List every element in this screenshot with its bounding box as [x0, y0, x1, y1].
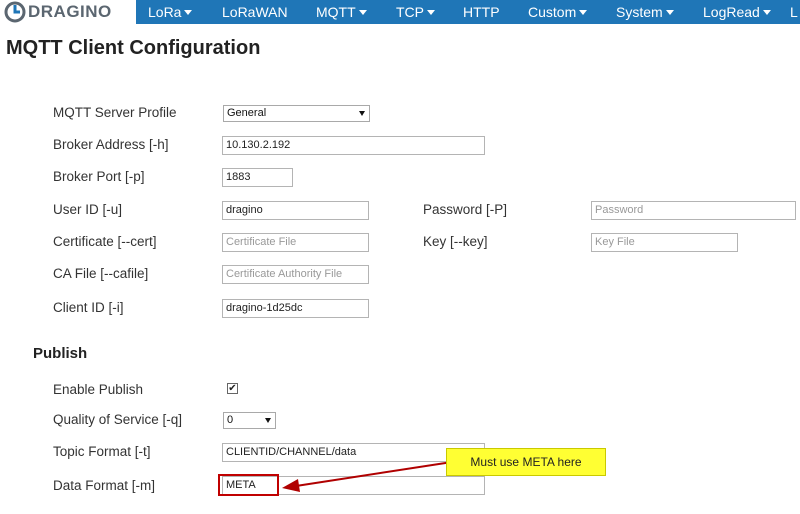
- annotation-callout: Must use META here: [446, 448, 606, 476]
- annotation-arrow-icon: [282, 461, 453, 492]
